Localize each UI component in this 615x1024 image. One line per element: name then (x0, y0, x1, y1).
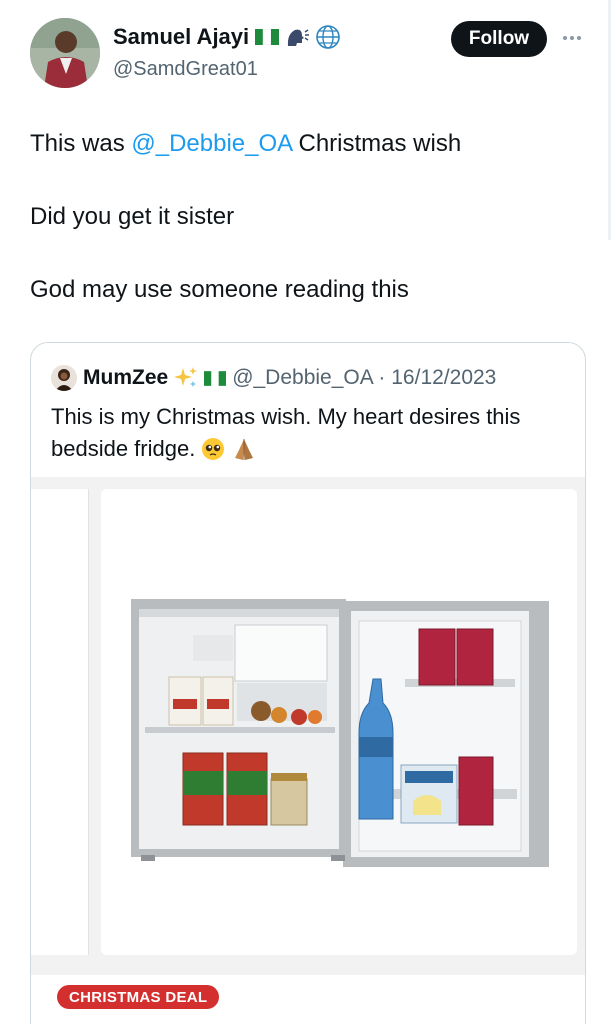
quoted-header: MumZee @_Debbie_OA · 16/12/2023 (51, 365, 496, 391)
pleading-face-icon (201, 437, 225, 461)
christmas-deal-badge: CHRISTMAS DEAL (57, 985, 220, 1009)
quoted-tweet[interactable]: MumZee @_Debbie_OA · 16/12/2023 This is … (30, 342, 586, 1024)
tweet-text-prefix: This was (30, 130, 132, 157)
quoted-name[interactable]: MumZee (83, 366, 168, 390)
follow-button[interactable]: Follow (451, 21, 547, 57)
tweet-text-line-1: This was @_Debbie_OA Christmas wish (30, 130, 461, 158)
quoted-handle-and-date[interactable]: @_Debbie_OA · 16/12/2023 (232, 366, 496, 390)
scrollbar[interactable] (608, 0, 611, 240)
mention-link[interactable]: @_Debbie_OA (131, 130, 291, 157)
speaking-head-icon (285, 26, 310, 48)
fridge-image[interactable] (101, 489, 577, 955)
media-previous-panel[interactable] (31, 489, 89, 955)
globe-icon (315, 24, 341, 50)
author-name-row: Samuel Ajayi (113, 24, 341, 50)
quoted-avatar[interactable] (51, 365, 77, 391)
quoted-text-line-1: This is my Christmas wish. My heart desi… (51, 404, 521, 429)
tweet-text-line-2: Did you get it sister (30, 203, 235, 230)
tweet-text-suffix: Christmas wish (291, 130, 462, 157)
quoted-text-line-2: bedside fridge. (51, 436, 196, 461)
folded-hands-icon (231, 436, 257, 462)
nigeria-flag-icon (255, 29, 280, 45)
quoted-media[interactable] (31, 477, 585, 967)
sparkles-icon (174, 366, 198, 390)
tweet-text-line-3: God may use someone reading this (30, 276, 409, 303)
author-name[interactable]: Samuel Ajayi (113, 24, 249, 50)
author-avatar[interactable] (30, 18, 100, 88)
author-handle[interactable]: @SamdGreat01 (113, 58, 258, 81)
quoted-text: This is my Christmas wish. My heart desi… (51, 401, 571, 465)
deal-card[interactable]: CHRISTMAS DEAL (31, 967, 585, 1024)
nigeria-flag-icon (204, 370, 227, 386)
deal-card-inner: CHRISTMAS DEAL (31, 975, 585, 1024)
more-options-icon[interactable] (563, 36, 581, 40)
